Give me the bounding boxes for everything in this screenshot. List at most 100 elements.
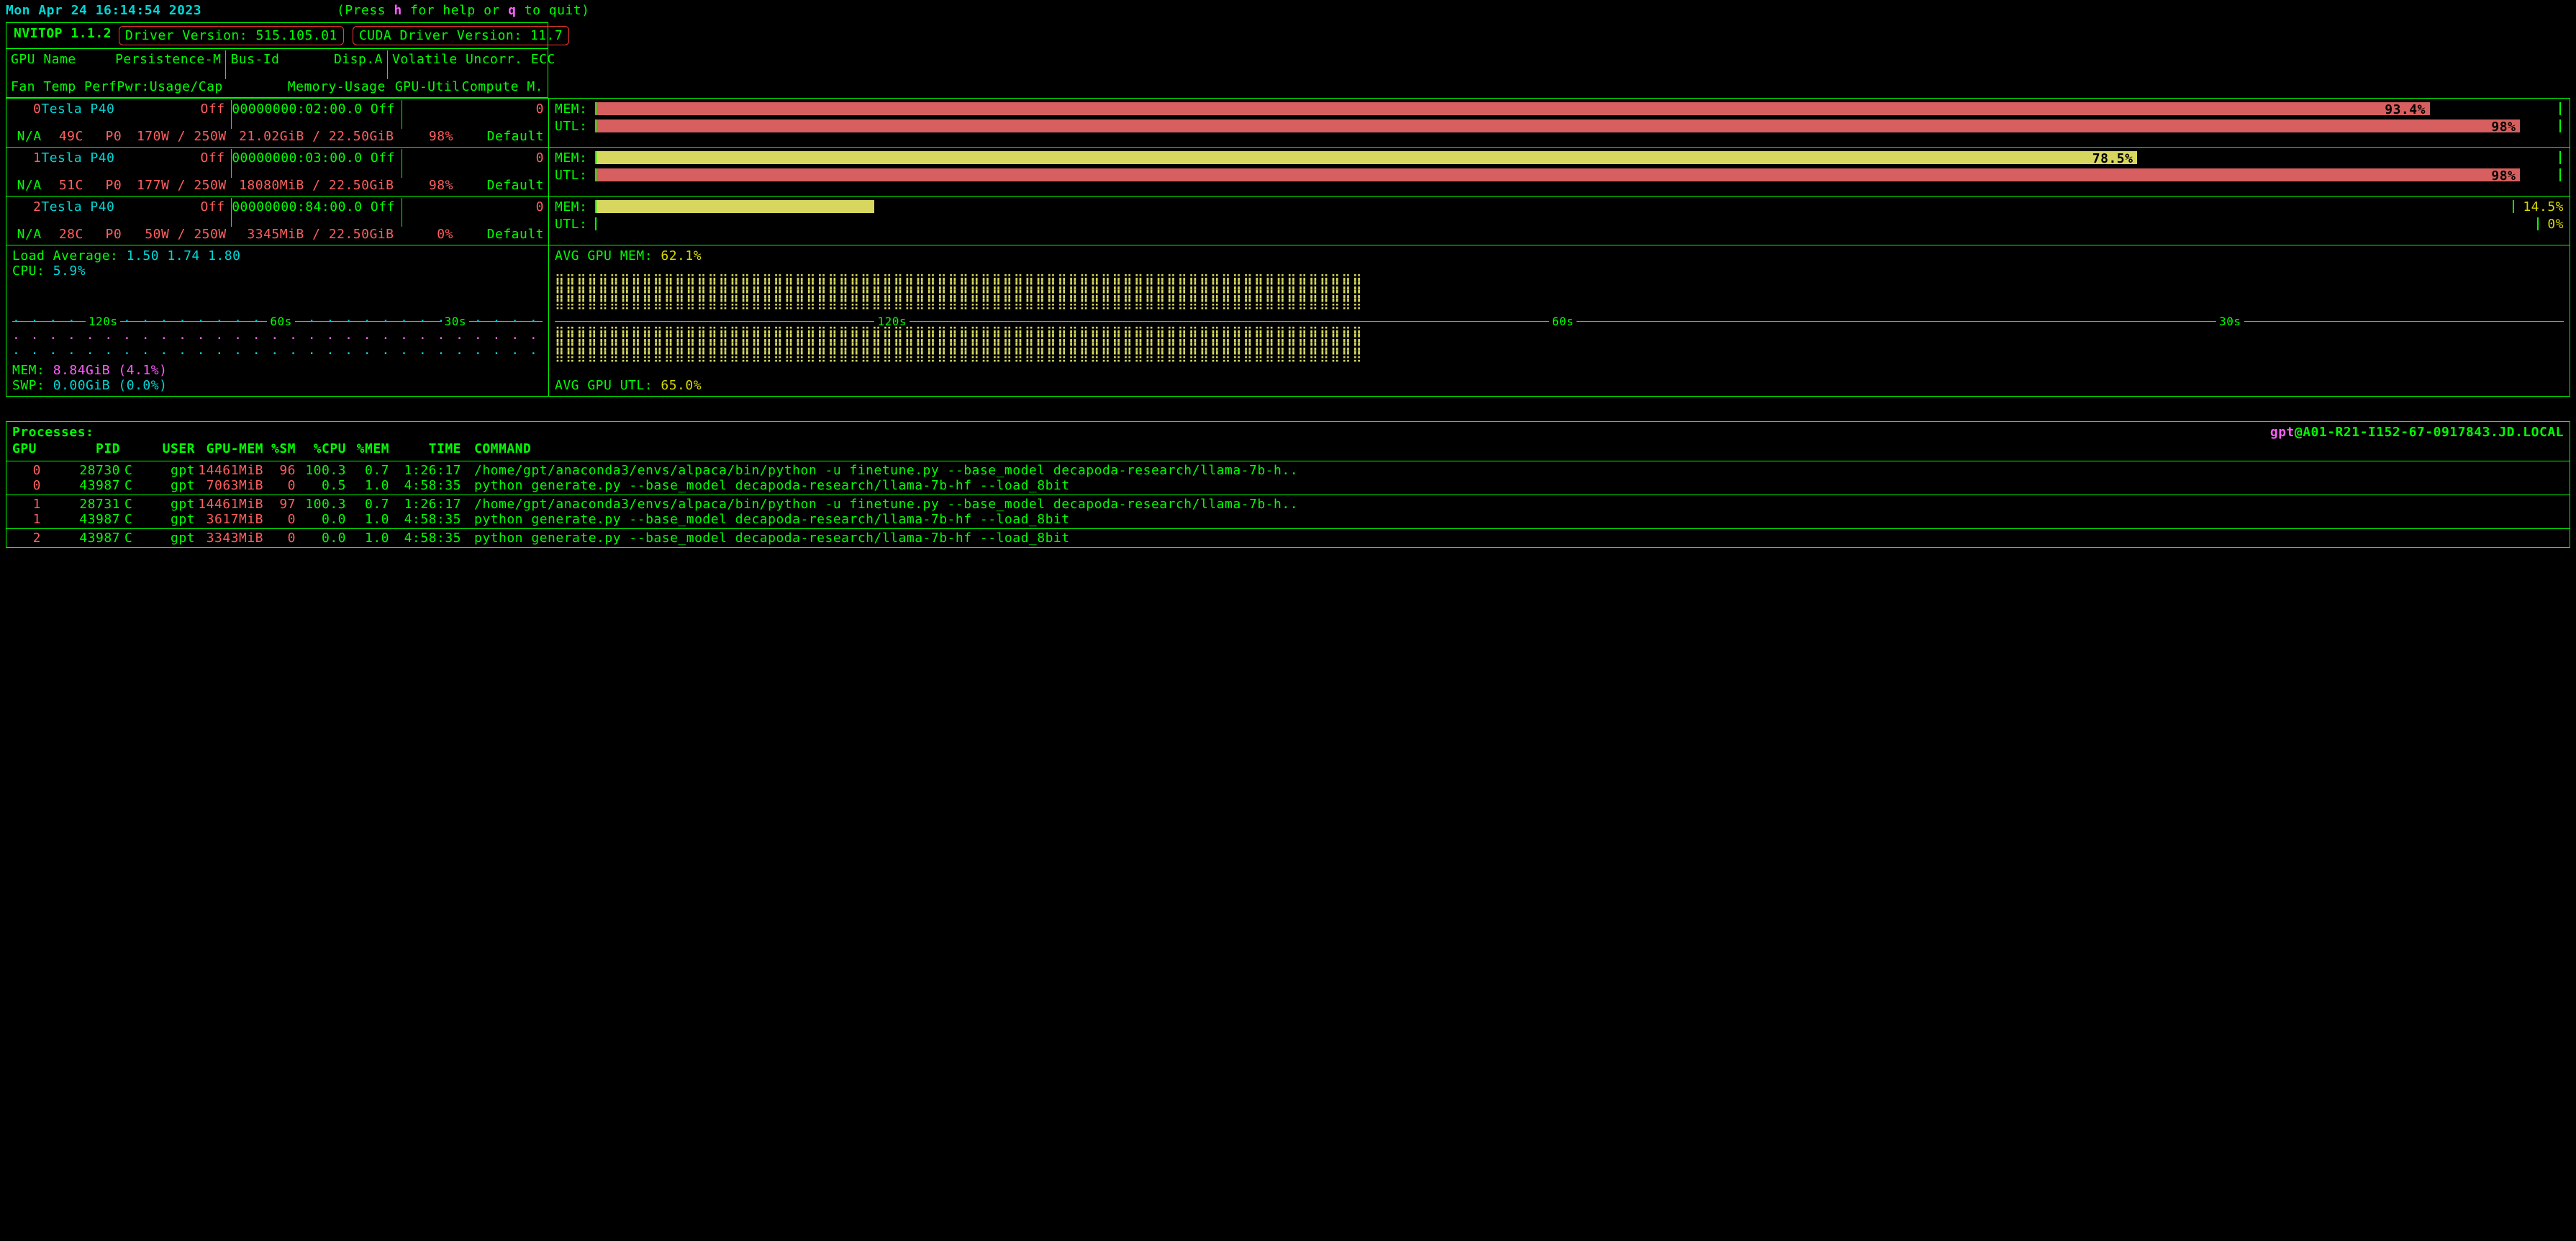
swp-label: SWP:: [12, 378, 45, 393]
process-row[interactable]: 0 43987 C gpt 7063MiB 0 0.5 1.0 4:58:35 …: [12, 478, 2564, 493]
hostmem-label: MEM:: [12, 363, 45, 378]
gpu-chart: AVG GPU MEM: 62.1% ⣿⣿⣿⣿⣿⣿⣿⣿⣿⣿⣿⣿⣿⣿⣿⣿⣿⣿⣿⣿⣿…: [549, 245, 2570, 396]
proc-type: C: [120, 512, 137, 527]
proc-gpumem: 7063MiB: [195, 478, 263, 493]
gpu-mem-usage: 18080MiB / 22.50GiB: [233, 178, 394, 193]
proc-user: gpt: [137, 497, 195, 512]
proc-time: 1:26:17: [389, 497, 461, 512]
timestamp: Mon Apr 24 16:14:54 2023: [6, 3, 337, 18]
gpu-persistence: Off: [121, 199, 225, 227]
proc-mem: 0.7: [346, 497, 389, 512]
proc-cpu: 100.3: [296, 497, 346, 512]
gpu-name: Tesla P40: [41, 101, 121, 129]
proc-pid: 43987: [41, 531, 120, 546]
gpu-name: Tesla P40: [41, 150, 121, 178]
gpu-compute-mode: Default: [453, 178, 544, 193]
avg-gpu-mem-label: AVG GPU MEM:: [555, 248, 653, 263]
driver-version: Driver Version: 515.105.01: [119, 26, 344, 45]
proc-cpu: 0.0: [296, 531, 346, 546]
proc-user: gpt: [137, 478, 195, 493]
proc-cpu: 0.0: [296, 512, 346, 527]
proc-gpu: 1: [12, 497, 41, 512]
proc-gpu: 0: [12, 463, 41, 478]
cpu-value: 5.9%: [45, 263, 86, 279]
proc-mem: 1.0: [346, 512, 389, 527]
gpu-table: 0 Tesla P40 Off 00000000:02:00.0 Off 0 N…: [6, 98, 2570, 245]
gpu-fan: N/A: [11, 178, 42, 193]
gpu-mem-usage: 3345MiB / 22.50GiB: [233, 227, 394, 242]
proc-user: gpt: [137, 463, 195, 478]
col-ecc: Volatile Uncorr. ECC: [392, 52, 543, 79]
gpu-busid: 00000000:03:00.0 Off: [232, 150, 395, 178]
proc-cmd: /home/gpt/anaconda3/envs/alpaca/bin/pyth…: [461, 463, 2564, 478]
proc-cmd: python generate.py --base_model decapoda…: [461, 531, 2564, 546]
gpu-temp: 51C: [42, 178, 83, 193]
help-key[interactable]: h: [394, 3, 402, 18]
proc-cpu: 100.3: [296, 463, 346, 478]
proc-sm: 0: [263, 531, 296, 546]
proc-mem: 1.0: [346, 478, 389, 493]
col-compute: Compute M.: [462, 79, 543, 94]
gpu-util: 98%: [401, 178, 453, 193]
proc-time: 4:58:35: [389, 478, 461, 493]
device-header-box: NVITOP 1.1.2 Driver Version: 515.105.01 …: [6, 22, 548, 98]
gpu-row: 0 Tesla P40 Off 00000000:02:00.0 Off 0 N…: [6, 99, 2570, 148]
proc-user: gpt: [137, 512, 195, 527]
gpu-util: 0%: [401, 227, 453, 242]
gpu-temp: 49C: [42, 129, 83, 144]
proc-gpu: 0: [12, 478, 41, 493]
proc-type: C: [120, 497, 137, 512]
gpu-power: 50W / 250W: [122, 227, 226, 242]
gpu-ecc: 0: [402, 199, 544, 227]
proc-gpu: 1: [12, 512, 41, 527]
gpu-power: 177W / 250W: [122, 178, 226, 193]
proc-sm: 0: [263, 512, 296, 527]
avg-gpu-utl-value: 65.0%: [653, 378, 702, 393]
swp-value: 0.00GiB (0.0%): [45, 378, 167, 393]
proc-gpu: 2: [12, 531, 41, 546]
status-line: Mon Apr 24 16:14:54 2023 (Press h for he…: [6, 3, 2570, 18]
process-row[interactable]: 1 28731 C gpt 14461MiB 97 100.3 0.7 1:26…: [12, 497, 2564, 512]
quit-key[interactable]: q: [508, 3, 516, 18]
process-row[interactable]: 2 43987 C gpt 3343MiB 0 0.0 1.0 4:58:35 …: [12, 531, 2564, 546]
mem-bar: MEM: 93.4%: [555, 101, 2564, 116]
col-pwr: Pwr:Usage/Cap: [117, 79, 222, 94]
proc-gpumem: 14461MiB: [195, 463, 263, 478]
gpu-index: 2: [11, 199, 41, 227]
gpu-index: 0: [11, 101, 41, 129]
col-gpuutil: GPU-Util: [395, 79, 461, 94]
proc-type: C: [120, 478, 137, 493]
app-title: NVITOP 1.1.2: [11, 26, 114, 45]
proc-gpumem: 3343MiB: [195, 531, 263, 546]
hostmem-value: 8.84GiB (4.1%): [45, 363, 167, 378]
gpu-temp: 28C: [42, 227, 83, 242]
process-panel: Processes: gpt@A01-R21-I152-67-0917843.J…: [6, 421, 2570, 548]
cpu-label: CPU:: [12, 263, 45, 279]
col-gpu-name: GPU Name: [11, 52, 76, 79]
utl-bar: UTL: 0%: [555, 217, 2564, 231]
col-persistence: Persistence-M: [115, 52, 221, 79]
gpu-mem-usage: 21.02GiB / 22.50GiB: [233, 129, 394, 144]
process-row[interactable]: 0 28730 C gpt 14461MiB 96 100.3 0.7 1:26…: [12, 463, 2564, 478]
gpu-index: 1: [11, 150, 41, 178]
avg-gpu-utl-label: AVG GPU UTL:: [555, 378, 653, 393]
gpu-fan: N/A: [11, 227, 42, 242]
gpu-busid: 00000000:84:00.0 Off: [232, 199, 395, 227]
hostname: gpt@A01-R21-I152-67-0917843.JD.LOCAL: [2270, 425, 2564, 440]
cuda-version: CUDA Driver Version: 11.7: [353, 26, 569, 45]
proc-cmd: python generate.py --base_model decapoda…: [461, 512, 2564, 527]
col-busid: Bus-Id: [230, 52, 279, 79]
process-row[interactable]: 1 43987 C gpt 3617MiB 0 0.0 1.0 4:58:35 …: [12, 512, 2564, 527]
proc-gpumem: 14461MiB: [195, 497, 263, 512]
gpu-util: 98%: [401, 129, 453, 144]
gpu-compute-mode: Default: [453, 129, 544, 144]
col-dispa: Disp.A: [334, 52, 383, 79]
mem-bar: MEM: 14.5%: [555, 199, 2564, 214]
gpu-compute-mode: Default: [453, 227, 544, 242]
proc-mem: 1.0: [346, 531, 389, 546]
proc-pid: 43987: [41, 512, 120, 527]
proc-cmd: /home/gpt/anaconda3/envs/alpaca/bin/pyth…: [461, 497, 2564, 512]
proc-pid: 28730: [41, 463, 120, 478]
proc-gpumem: 3617MiB: [195, 512, 263, 527]
avg-gpu-mem-value: 62.1%: [653, 248, 702, 263]
